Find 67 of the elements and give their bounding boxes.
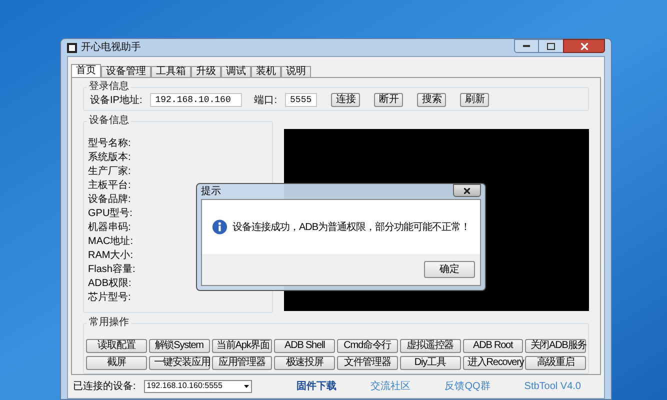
- group-title: 设备信息: [87, 115, 131, 128]
- login-action-button[interactable]: 连接: [331, 93, 360, 108]
- device-info-label: 型号名称:: [88, 137, 131, 152]
- operation-button[interactable]: ADB Root: [462, 339, 524, 354]
- operation-button[interactable]: 文件管理器: [337, 356, 398, 370]
- tab[interactable]: 首页: [71, 64, 101, 77]
- group-title: 常用操作: [87, 317, 131, 330]
- device-info-label: 生产厂家:: [88, 165, 131, 180]
- operation-button[interactable]: 截屏: [86, 356, 147, 370]
- dialog-close-button[interactable]: [453, 184, 481, 197]
- operation-button[interactable]: 当前Apk界面: [212, 339, 272, 354]
- operation-button[interactable]: 进入Recovery: [462, 356, 524, 370]
- device-info-label: RAM大小:: [88, 249, 133, 264]
- device-info-label: ADB权限:: [88, 277, 132, 292]
- port-field[interactable]: 5555: [285, 93, 318, 108]
- login-action-button[interactable]: 刷新: [460, 93, 490, 108]
- app-icon: [67, 42, 77, 52]
- operation-button[interactable]: 高级重启: [525, 356, 586, 370]
- connected-device-label: 已连接的设备:: [73, 380, 136, 394]
- dialog-message: 设备连接成功，ADB为普通权限，部分功能可能不正常！: [232, 220, 470, 234]
- tab[interactable]: 工具箱: [151, 66, 191, 77]
- login-action-button[interactable]: 断开: [374, 93, 404, 108]
- close-icon: [580, 42, 588, 50]
- minimize-icon: [523, 45, 530, 47]
- operation-button[interactable]: ADB Shell: [274, 339, 335, 354]
- close-icon: [464, 188, 470, 194]
- tab[interactable]: 说明: [281, 66, 311, 77]
- operation-button[interactable]: 一键安装应用: [148, 356, 210, 370]
- device-info-label: 系统版本:: [88, 151, 131, 166]
- device-info-label: 芯片型号:: [88, 291, 131, 306]
- dropdown-arrow-icon: [244, 384, 249, 388]
- device-info-label: 机器串码:: [88, 221, 131, 236]
- device-dropdown[interactable]: 192.168.10.160:5555: [144, 380, 252, 392]
- close-button[interactable]: [563, 39, 605, 53]
- status-link[interactable]: 固件下载: [296, 378, 337, 394]
- operation-button[interactable]: 解锁System: [148, 339, 210, 354]
- ip-field[interactable]: 192.168.10.160: [150, 93, 242, 108]
- status-link[interactable]: 交流社区: [370, 378, 411, 394]
- operation-button[interactable]: 关闭ADB服务: [525, 339, 586, 354]
- status-link[interactable]: StbTool V4.0: [524, 378, 581, 394]
- device-info-label: MAC地址:: [88, 235, 133, 250]
- tab[interactable]: 设备管理: [101, 66, 151, 77]
- login-action-button[interactable]: 搜索: [417, 93, 446, 108]
- ok-button[interactable]: 确定: [424, 261, 475, 278]
- maximize-icon: [547, 42, 555, 50]
- status-link[interactable]: 反馈QQ群: [444, 378, 490, 394]
- ip-label: 设备IP地址:: [90, 94, 142, 108]
- operation-button[interactable]: 虚拟遥控器: [400, 339, 460, 354]
- group-title: 登录信息: [87, 81, 131, 93]
- port-label: 端口:: [254, 94, 278, 108]
- maximize-button[interactable]: [539, 39, 563, 53]
- tab[interactable]: 装机: [251, 66, 281, 77]
- operation-button[interactable]: 读取配置: [86, 339, 147, 354]
- window-title: 开心电视助手: [81, 40, 141, 55]
- operation-button[interactable]: Cmd命令行: [337, 339, 398, 354]
- operation-button[interactable]: 应用管理器: [212, 356, 272, 370]
- dialog-title: 提示: [201, 186, 221, 196]
- device-info-label: 主板平台:: [88, 179, 131, 194]
- tab[interactable]: 调试: [221, 66, 251, 77]
- info-icon: [212, 218, 228, 236]
- tab[interactable]: 升级: [191, 66, 221, 77]
- device-info-label: Flash容量:: [88, 263, 136, 278]
- operation-button[interactable]: 极速投屏: [274, 356, 335, 370]
- device-info-label: GPU型号:: [88, 207, 132, 222]
- operation-button[interactable]: Diy工具: [400, 356, 460, 370]
- device-info-label: 设备品牌:: [88, 193, 131, 208]
- minimize-button[interactable]: [514, 39, 539, 53]
